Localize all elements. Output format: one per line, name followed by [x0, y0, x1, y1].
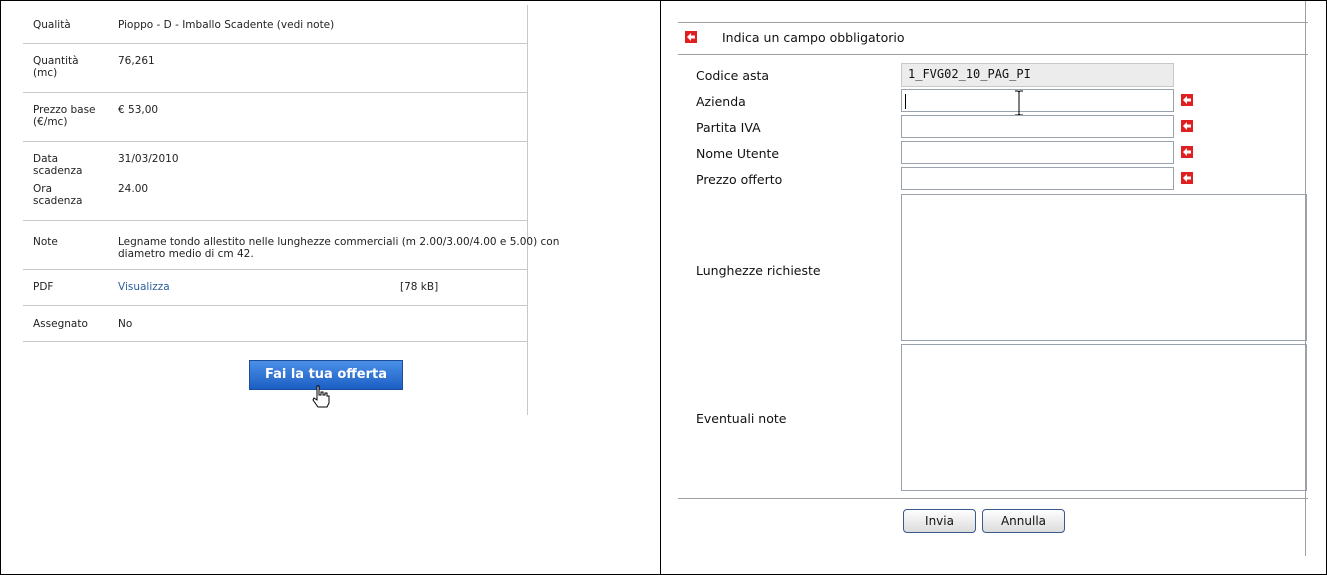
- label-qualita: Qualità: [33, 19, 71, 31]
- nome-utente-input[interactable]: [901, 141, 1174, 164]
- label-quantita: Quantità (mc): [33, 55, 79, 79]
- lunghezze-richieste-textarea[interactable]: [901, 194, 1307, 341]
- row-divider: [23, 220, 527, 221]
- label-note: Note: [33, 236, 58, 248]
- label-lunghezze-richieste: Lunghezze richieste: [696, 263, 821, 278]
- value-quantita: 76,261: [118, 55, 155, 67]
- label-nome-utente: Nome Utente: [696, 146, 780, 161]
- row-divider: [23, 269, 527, 270]
- offer-form-panel: Indica un campo obbligatorio Codice asta…: [660, 0, 1327, 575]
- label-assegnato: Assegnato: [33, 318, 88, 330]
- value-data-scadenza: 31/03/2010: [118, 153, 179, 165]
- auction-details-table: Qualità Pioppo - D - Imballo Scadente (v…: [23, 5, 629, 415]
- legend-rule: [678, 54, 1308, 55]
- row-divider: [23, 305, 527, 306]
- required-arrow-icon: [685, 31, 697, 43]
- value-assegnato: No: [118, 318, 133, 330]
- partita-iva-input[interactable]: [901, 115, 1174, 138]
- value-prezzo-base: € 53,00: [118, 104, 159, 116]
- ibeam-cursor-icon: [1015, 90, 1023, 116]
- value-ora-scadenza: 24.00: [118, 183, 149, 195]
- azienda-input[interactable]: [901, 89, 1174, 112]
- required-legend: Indica un campo obbligatorio: [722, 30, 905, 45]
- required-arrow-icon: [1181, 172, 1193, 184]
- pdf-size: [78 kB]: [400, 281, 439, 293]
- text-caret: [905, 94, 906, 109]
- required-arrow-icon: [1181, 94, 1193, 106]
- label-codice-asta: Codice asta: [696, 68, 770, 83]
- cancel-button[interactable]: Annulla: [982, 509, 1065, 533]
- label-eventuali-note: Eventuali note: [696, 411, 787, 426]
- label-partita-iva: Partita IVA: [696, 120, 761, 135]
- required-arrow-icon: [1181, 120, 1193, 132]
- label-prezzo-offerto: Prezzo offerto: [696, 172, 783, 187]
- pdf-view-link[interactable]: Visualizza: [118, 281, 170, 293]
- hand-cursor-icon: [312, 385, 330, 408]
- bottom-rule: [678, 498, 1308, 499]
- row-divider: [23, 43, 527, 44]
- codice-asta-field: 1_FVG02_10_PAG_PI: [901, 63, 1174, 87]
- row-divider: [23, 341, 527, 342]
- label-prezzo-base: Prezzo base (€/mc): [33, 104, 96, 128]
- eventuali-note-textarea[interactable]: [901, 344, 1307, 491]
- row-divider: [23, 141, 527, 142]
- right-edge-rule: [1305, 1, 1306, 556]
- prezzo-offerto-input[interactable]: [901, 167, 1174, 190]
- label-azienda: Azienda: [696, 94, 746, 109]
- value-note: Legname tondo allestito nelle lunghezze …: [118, 236, 560, 260]
- row-divider: [23, 92, 527, 93]
- label-data-scadenza: Data scadenza: [33, 153, 83, 177]
- required-arrow-icon: [1181, 146, 1193, 158]
- submit-button[interactable]: Invia: [903, 509, 976, 533]
- label-ora-scadenza: Ora scadenza: [33, 183, 83, 207]
- label-pdf: PDF: [33, 281, 54, 293]
- auction-details-panel: Qualità Pioppo - D - Imballo Scadente (v…: [0, 0, 661, 575]
- value-qualita: Pioppo - D - Imballo Scadente (vedi note…: [118, 19, 335, 31]
- column-divider: [527, 5, 528, 415]
- top-rule: [678, 22, 1308, 23]
